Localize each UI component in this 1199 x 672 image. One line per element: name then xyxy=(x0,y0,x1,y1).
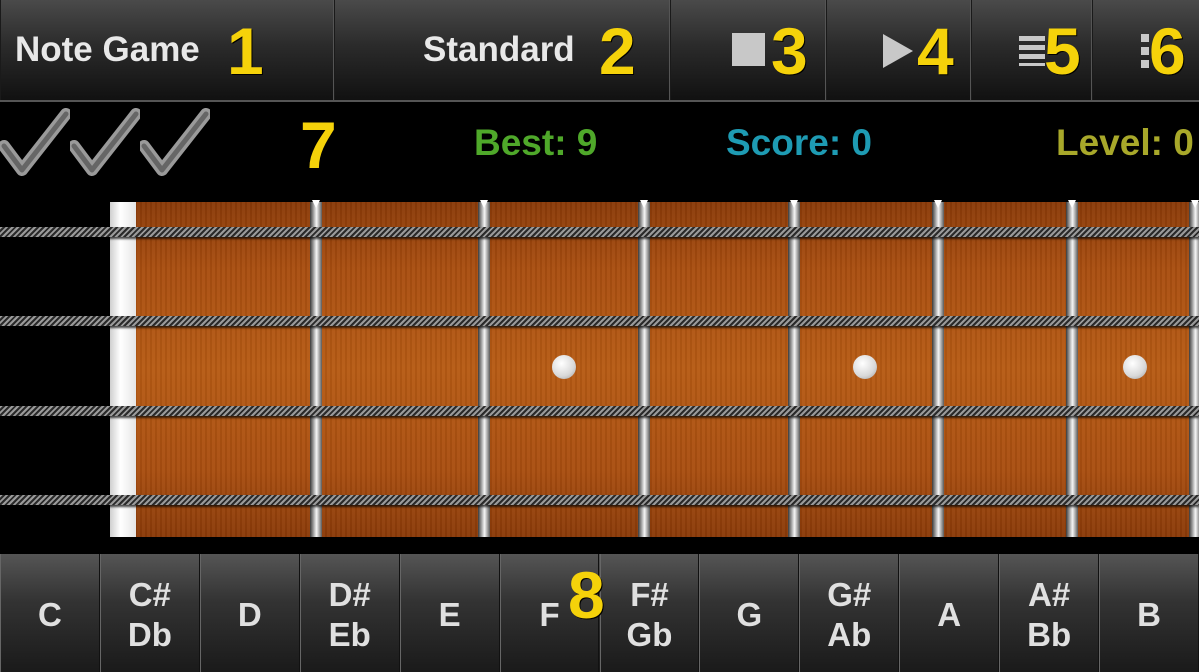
checkmark-icon xyxy=(0,108,70,176)
stop-icon xyxy=(732,33,765,66)
note-key-label: G xyxy=(736,596,763,633)
fret xyxy=(788,202,800,537)
top-toolbar: Note Game 1 Standard 2 3 4 5 6 xyxy=(0,0,1199,102)
note-key[interactable]: D# Eb xyxy=(299,554,400,672)
fret xyxy=(310,202,322,537)
note-key[interactable]: C xyxy=(0,554,100,672)
fret xyxy=(478,202,490,537)
checkmark-icon xyxy=(70,108,140,176)
note-key-label: Bb xyxy=(1027,616,1072,653)
fretboard[interactable] xyxy=(0,190,1199,550)
fret-marker-dot xyxy=(1123,355,1147,379)
note-key-label: D xyxy=(237,596,262,633)
note-key[interactable]: G xyxy=(699,554,800,672)
fret xyxy=(1066,202,1078,537)
note-key-label: A xyxy=(937,596,962,633)
list-button[interactable]: 5 xyxy=(971,0,1092,100)
best-score: Best: 9 xyxy=(474,122,598,163)
note-key[interactable]: B xyxy=(1099,554,1199,672)
note-key-label: B xyxy=(1137,596,1161,633)
annotation-number-1: 1 xyxy=(227,14,264,88)
level-indicator: Level: 0 xyxy=(1056,122,1194,163)
current-score: Score: 0 xyxy=(726,122,873,163)
annotation-number-7: 7 xyxy=(300,108,337,182)
note-key-label: G# xyxy=(827,576,872,613)
fret xyxy=(1189,202,1199,537)
string[interactable] xyxy=(0,316,1199,326)
note-key-label: Db xyxy=(127,616,172,653)
fretboard-wood xyxy=(110,202,1199,537)
fret-marker-dot xyxy=(853,355,877,379)
note-key[interactable]: A# Bb xyxy=(999,554,1100,672)
status-bar: 7 xyxy=(0,102,1199,190)
note-key-label: Gb xyxy=(626,616,673,653)
note-key-label: E xyxy=(438,596,461,633)
annotation-number-3: 3 xyxy=(771,14,808,88)
checkmark-icon xyxy=(140,108,210,176)
note-key-label: F# xyxy=(630,576,669,613)
string[interactable] xyxy=(0,495,1199,505)
note-key[interactable]: F# Gb xyxy=(599,554,700,672)
note-key-label: C# xyxy=(128,576,171,613)
annotation-number-6: 6 xyxy=(1149,14,1186,88)
overflow-menu-icon xyxy=(1141,34,1149,68)
note-key[interactable]: C# Db xyxy=(99,554,200,672)
note-key-label: Eb xyxy=(328,616,371,653)
note-key-label: D# xyxy=(328,576,371,613)
stop-button[interactable]: 3 xyxy=(670,0,826,100)
fret xyxy=(932,202,944,537)
fret-marker-dot xyxy=(552,355,576,379)
annotation-number-4: 4 xyxy=(917,14,954,88)
note-key[interactable]: E xyxy=(399,554,500,672)
annotation-number-5: 5 xyxy=(1044,14,1081,88)
annotation-number-8: 8 xyxy=(568,558,605,632)
string[interactable] xyxy=(0,227,1199,237)
play-icon xyxy=(883,34,913,68)
tuning-button[interactable]: Standard 2 xyxy=(334,0,670,100)
overflow-menu-button[interactable]: 6 xyxy=(1092,0,1199,100)
nut xyxy=(110,202,136,537)
string[interactable] xyxy=(0,406,1199,416)
note-key[interactable]: A xyxy=(899,554,1000,672)
note-key[interactable]: D xyxy=(199,554,300,672)
fret xyxy=(638,202,650,537)
play-button[interactable]: 4 xyxy=(826,0,971,100)
annotation-number-2: 2 xyxy=(599,14,636,88)
mode-button[interactable]: Note Game 1 xyxy=(0,0,334,100)
note-key-label: C xyxy=(38,596,62,633)
tuning-label: Standard xyxy=(423,30,575,69)
list-icon xyxy=(1019,36,1045,66)
note-key[interactable]: G# Ab xyxy=(799,554,900,672)
note-key-label: Ab xyxy=(827,616,872,653)
mode-label: Note Game xyxy=(15,30,200,69)
note-key-label: A# xyxy=(1028,576,1071,613)
